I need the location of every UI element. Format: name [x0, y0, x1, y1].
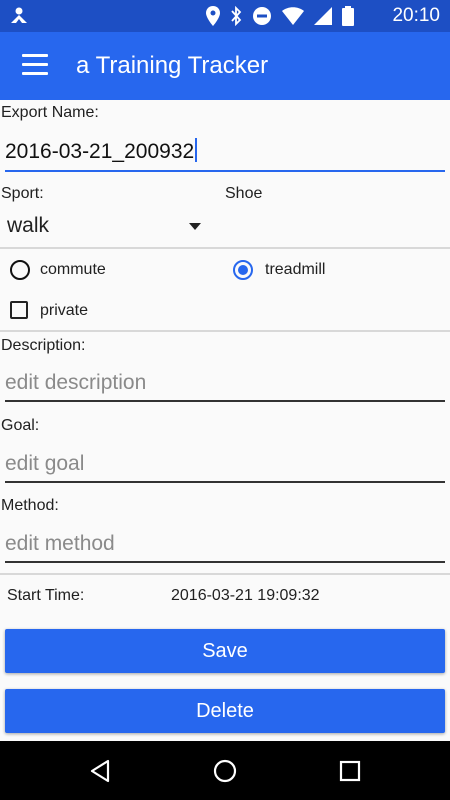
method-placeholder: edit method	[5, 532, 115, 555]
description-input[interactable]: edit description	[5, 366, 445, 402]
navigation-bar	[0, 741, 450, 800]
wifi-icon	[282, 7, 304, 25]
radio-treadmill-circle	[233, 260, 253, 280]
back-icon[interactable]	[89, 759, 111, 783]
shoe-label: Shoe	[225, 185, 263, 202]
signal-icon	[314, 7, 332, 25]
method-label: Method:	[1, 497, 59, 514]
goal-input[interactable]: edit goal	[5, 447, 445, 483]
radio-treadmill[interactable]: treadmill	[231, 258, 431, 284]
text-cursor	[195, 138, 198, 162]
radio-commute-label: commute	[40, 261, 106, 278]
bluetooth-icon	[231, 6, 242, 26]
private-label: private	[40, 302, 89, 319]
menu-icon[interactable]	[22, 54, 48, 76]
app-title: a Training Tracker	[76, 52, 269, 79]
export-name-input[interactable]: 2016-03-21_200932	[5, 134, 445, 172]
divider	[0, 247, 450, 249]
save-button[interactable]: Save	[5, 629, 445, 673]
dropdown-arrow-icon	[189, 223, 201, 230]
home-icon[interactable]	[213, 759, 237, 783]
start-time-label: Start Time:	[7, 587, 85, 604]
sport-label: Sport:	[1, 185, 44, 202]
radio-commute-circle	[10, 260, 30, 280]
description-placeholder: edit description	[5, 371, 147, 394]
private-checkbox-box	[10, 301, 28, 319]
app-notification-icon	[11, 7, 27, 23]
battery-icon	[342, 6, 354, 26]
divider	[0, 573, 450, 575]
radio-commute[interactable]: commute	[8, 258, 208, 284]
app-bar: a Training Tracker	[0, 32, 450, 100]
description-label: Description:	[1, 337, 86, 354]
goal-label: Goal:	[1, 417, 40, 434]
location-icon	[206, 6, 220, 26]
status-time: 20:10	[392, 5, 440, 26]
start-time-value: 2016-03-21 19:09:32	[171, 587, 320, 604]
divider	[0, 330, 450, 332]
shoe-spinner[interactable]	[225, 212, 445, 242]
delete-button[interactable]: Delete	[5, 689, 445, 733]
export-name-value: 2016-03-21_200932	[5, 140, 195, 163]
do-not-disturb-icon	[253, 7, 271, 25]
export-name-label: Export Name:	[1, 104, 99, 121]
goal-placeholder: edit goal	[5, 452, 85, 475]
recent-apps-icon[interactable]	[339, 760, 361, 782]
radio-treadmill-label: treadmill	[265, 261, 326, 278]
method-input[interactable]: edit method	[5, 527, 445, 563]
status-bar: 20:10	[0, 0, 450, 32]
sport-value: walk	[7, 214, 50, 237]
private-checkbox[interactable]: private	[8, 298, 158, 324]
sport-spinner[interactable]: walk	[5, 212, 205, 242]
